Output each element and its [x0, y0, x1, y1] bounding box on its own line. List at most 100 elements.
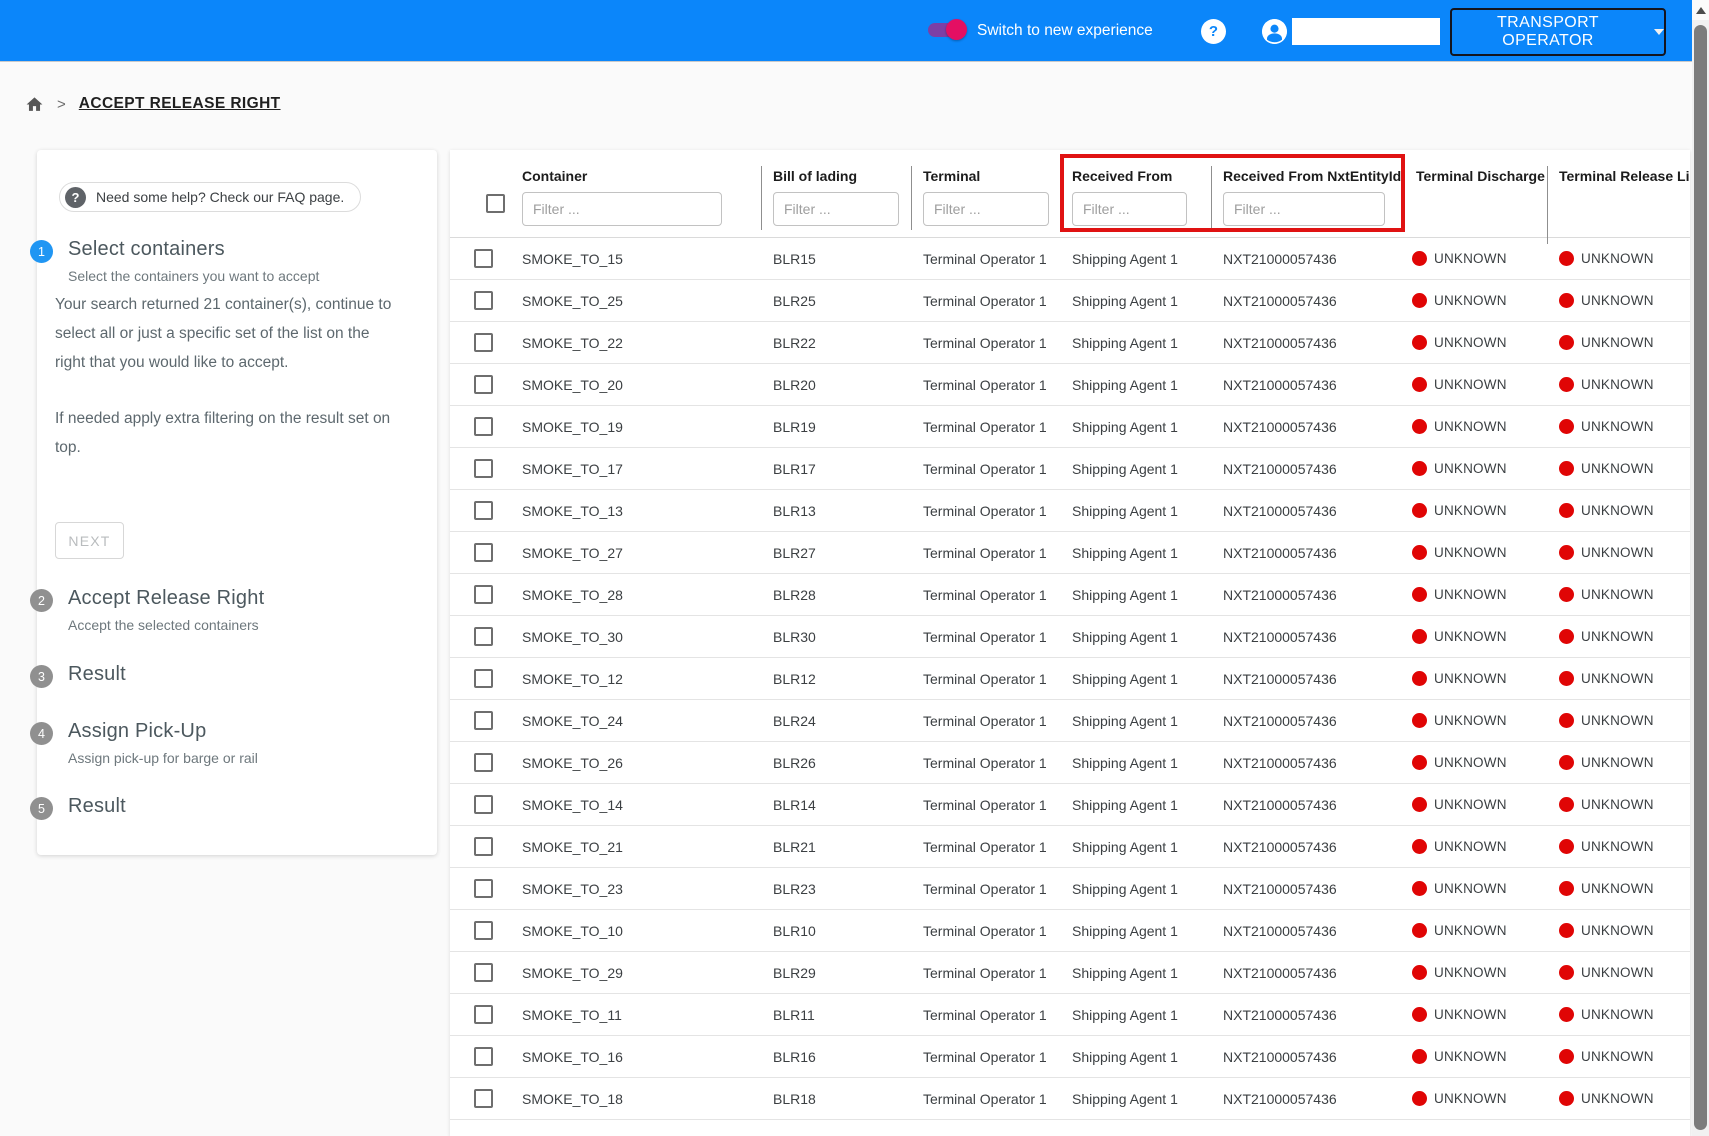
table-row: SMOKE_TO_30 BLR30 Terminal Operator 1 Sh… [450, 616, 1690, 658]
breadcrumb: > ACCEPT RELEASE RIGHT [25, 92, 281, 116]
row-checkbox[interactable] [474, 921, 493, 940]
status-dot-icon [1412, 293, 1427, 308]
breadcrumb-current-link[interactable]: ACCEPT RELEASE RIGHT [79, 95, 281, 113]
step-4-title: Assign Pick-Up [68, 720, 258, 743]
row-checkbox[interactable] [474, 417, 493, 436]
step-2-title: Accept Release Right [68, 587, 264, 610]
cell-received-from: Shipping Agent 1 [1060, 755, 1211, 771]
select-all-checkbox[interactable] [486, 194, 505, 213]
toggle-label: Switch to new experience [977, 0, 1153, 62]
cell-nxtentityid: NXT21000057436 [1211, 965, 1404, 981]
status-dot-icon [1559, 671, 1574, 686]
table-row: SMOKE_TO_26 BLR26 Terminal Operator 1 Sh… [450, 742, 1690, 784]
row-checkbox[interactable] [474, 1047, 493, 1066]
row-checkbox[interactable] [474, 879, 493, 898]
cell-bill-of-lading: BLR17 [761, 461, 911, 477]
step-5-badge: 5 [30, 797, 53, 820]
status-dot-icon [1559, 629, 1574, 644]
cell-terminal: Terminal Operator 1 [911, 377, 1060, 393]
faq-label: Need some help? Check our FAQ page. [96, 189, 344, 205]
terminal-filter-input[interactable] [923, 192, 1049, 226]
status-dot-icon [1412, 503, 1427, 518]
toggle-knob [946, 19, 967, 40]
status-dot-icon [1559, 923, 1574, 938]
cell-bill-of-lading: BLR28 [761, 587, 911, 603]
table-row: SMOKE_TO_25 BLR25 Terminal Operator 1 Sh… [450, 280, 1690, 322]
cell-terminal-release-status: UNKNOWN [1547, 335, 1690, 350]
cell-received-from: Shipping Agent 1 [1060, 251, 1211, 267]
table-row: SMOKE_TO_19 BLR19 Terminal Operator 1 Sh… [450, 406, 1690, 448]
wizard-sidebar: ? Need some help? Check our FAQ page. 1 … [37, 150, 437, 855]
cell-terminal-release-status: UNKNOWN [1547, 1091, 1690, 1106]
bill-of-lading-filter-input[interactable] [773, 192, 899, 226]
cell-received-from: Shipping Agent 1 [1060, 797, 1211, 813]
row-checkbox[interactable] [474, 585, 493, 604]
wizard-step-1: 1 Select containers Select the container… [30, 238, 319, 284]
cell-terminal: Terminal Operator 1 [911, 419, 1060, 435]
account-icon[interactable] [1262, 19, 1287, 44]
nxtentityid-filter-input[interactable] [1223, 192, 1385, 226]
status-dot-icon [1559, 293, 1574, 308]
cell-terminal-discharge-status: UNKNOWN [1404, 503, 1547, 518]
row-checkbox[interactable] [474, 795, 493, 814]
row-checkbox[interactable] [474, 333, 493, 352]
cell-bill-of-lading: BLR20 [761, 377, 911, 393]
row-checkbox[interactable] [474, 837, 493, 856]
row-checkbox[interactable] [474, 753, 493, 772]
status-dot-icon [1559, 1007, 1574, 1022]
row-select-cell [450, 669, 510, 688]
cell-nxtentityid: NXT21000057436 [1211, 1091, 1404, 1107]
row-checkbox[interactable] [474, 375, 493, 394]
status-dot-icon [1559, 1049, 1574, 1064]
header-text-input[interactable] [1292, 18, 1440, 45]
table-row: SMOKE_TO_11 BLR11 Terminal Operator 1 Sh… [450, 994, 1690, 1036]
row-checkbox[interactable] [474, 1005, 493, 1024]
status-dot-icon [1412, 713, 1427, 728]
row-checkbox[interactable] [474, 249, 493, 268]
cell-container: SMOKE_TO_29 [510, 965, 761, 981]
help-icon[interactable]: ? [1201, 19, 1226, 44]
row-checkbox[interactable] [474, 291, 493, 310]
cell-terminal: Terminal Operator 1 [911, 1091, 1060, 1107]
cell-container: SMOKE_TO_28 [510, 587, 761, 603]
cell-terminal-discharge-status: UNKNOWN [1404, 587, 1547, 602]
status-dot-icon [1559, 839, 1574, 854]
row-checkbox[interactable] [474, 963, 493, 982]
page-scrollbar[interactable] [1692, 0, 1709, 1136]
cell-terminal-release-status: UNKNOWN [1547, 839, 1690, 854]
next-button[interactable]: NEXT [55, 522, 124, 559]
row-checkbox[interactable] [474, 459, 493, 478]
row-checkbox[interactable] [474, 501, 493, 520]
cell-terminal-discharge-status: UNKNOWN [1404, 671, 1547, 686]
cell-terminal-discharge-status: UNKNOWN [1404, 629, 1547, 644]
home-icon[interactable] [25, 95, 44, 114]
status-dot-icon [1559, 965, 1574, 980]
scrollbar-up-button[interactable] [1692, 0, 1709, 20]
table-row: SMOKE_TO_24 BLR24 Terminal Operator 1 Sh… [450, 700, 1690, 742]
cell-container: SMOKE_TO_23 [510, 881, 761, 897]
container-filter-input[interactable] [522, 192, 722, 226]
cell-terminal: Terminal Operator 1 [911, 797, 1060, 813]
row-checkbox[interactable] [474, 1089, 493, 1108]
row-checkbox[interactable] [474, 543, 493, 562]
column-header-terminal-release: Terminal Release Li [1547, 150, 1690, 237]
status-dot-icon [1559, 755, 1574, 770]
role-dropdown-button[interactable]: TRANSPORT OPERATOR [1450, 8, 1666, 56]
select-all-cell [450, 150, 510, 237]
faq-button[interactable]: ? Need some help? Check our FAQ page. [59, 182, 361, 212]
received-from-filter-input[interactable] [1072, 192, 1187, 226]
cell-terminal: Terminal Operator 1 [911, 923, 1060, 939]
scrollbar-thumb[interactable] [1694, 25, 1707, 1130]
cell-terminal-discharge-status: UNKNOWN [1404, 923, 1547, 938]
status-dot-icon [1412, 965, 1427, 980]
status-dot-icon [1412, 545, 1427, 560]
row-checkbox[interactable] [474, 627, 493, 646]
row-checkbox[interactable] [474, 669, 493, 688]
new-experience-toggle[interactable] [928, 22, 964, 38]
column-header-received-from-nxtentityid: Received From NxtEntityId [1211, 150, 1404, 237]
cell-terminal-discharge-status: UNKNOWN [1404, 545, 1547, 560]
row-checkbox[interactable] [474, 711, 493, 730]
status-dot-icon [1412, 755, 1427, 770]
cell-terminal-release-status: UNKNOWN [1547, 797, 1690, 812]
cell-received-from: Shipping Agent 1 [1060, 377, 1211, 393]
